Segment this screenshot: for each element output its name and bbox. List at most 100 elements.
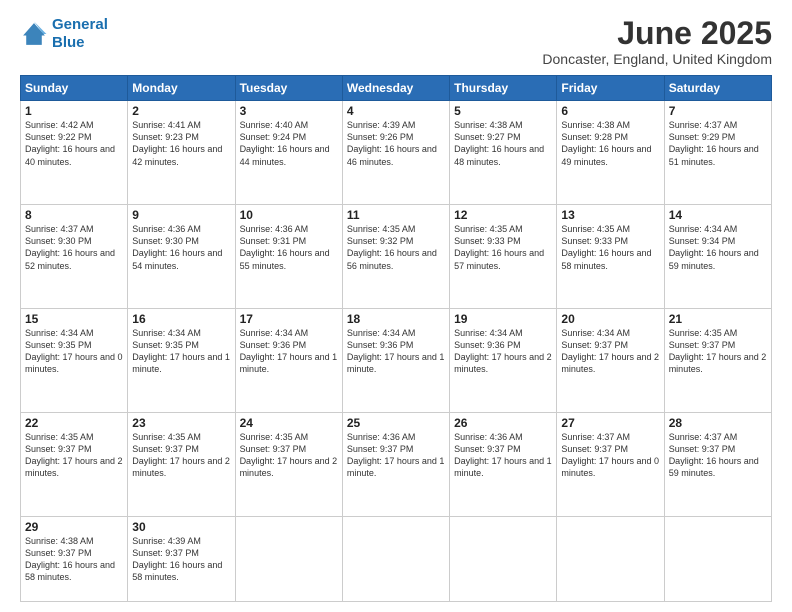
- day-cell: [557, 516, 664, 601]
- header-row: SundayMondayTuesdayWednesdayThursdayFrid…: [21, 76, 772, 101]
- page: General Blue June 2025 Doncaster, Englan…: [0, 0, 792, 612]
- cell-text: Sunrise: 4:35 AMSunset: 9:37 PMDaylight:…: [132, 432, 230, 478]
- day-cell: 11 Sunrise: 4:35 AMSunset: 9:32 PMDayligh…: [342, 205, 449, 309]
- day-cell: 28 Sunrise: 4:37 AMSunset: 9:37 PMDayligh…: [664, 413, 771, 517]
- cell-text: Sunrise: 4:34 AMSunset: 9:37 PMDaylight:…: [561, 328, 659, 374]
- day-cell: 24 Sunrise: 4:35 AMSunset: 9:37 PMDayligh…: [235, 413, 342, 517]
- day-cell: 5Sunrise: 4:38 AMSunset: 9:27 PMDaylight…: [450, 101, 557, 205]
- day-number: 8: [25, 208, 123, 222]
- day-cell: 20 Sunrise: 4:34 AMSunset: 9:37 PMDayligh…: [557, 309, 664, 413]
- day-number: 21: [669, 312, 767, 326]
- day-number: 24: [240, 416, 338, 430]
- day-cell: 19 Sunrise: 4:34 AMSunset: 9:36 PMDayligh…: [450, 309, 557, 413]
- cell-text: Sunrise: 4:34 AMSunset: 9:35 PMDaylight:…: [132, 328, 230, 374]
- cell-text: Sunrise: 4:38 AMSunset: 9:37 PMDaylight:…: [25, 536, 115, 582]
- week-row-4: 22 Sunrise: 4:35 AMSunset: 9:37 PMDayligh…: [21, 413, 772, 517]
- day-number: 3: [240, 104, 338, 118]
- cell-text: Sunrise: 4:34 AMSunset: 9:34 PMDaylight:…: [669, 224, 759, 270]
- title-block: June 2025 Doncaster, England, United Kin…: [542, 16, 772, 67]
- week-row-2: 8 Sunrise: 4:37 AMSunset: 9:30 PMDaylight…: [21, 205, 772, 309]
- day-number: 22: [25, 416, 123, 430]
- day-number: 25: [347, 416, 445, 430]
- day-number: 29: [25, 520, 123, 534]
- header: General Blue June 2025 Doncaster, Englan…: [20, 16, 772, 67]
- cell-text: Sunrise: 4:36 AMSunset: 9:30 PMDaylight:…: [132, 224, 222, 270]
- cell-text: Sunrise: 4:36 AMSunset: 9:37 PMDaylight:…: [347, 432, 445, 478]
- logo-icon: [20, 20, 48, 48]
- cell-text: Sunrise: 4:34 AMSunset: 9:36 PMDaylight:…: [454, 328, 552, 374]
- cell-text: Sunrise: 4:37 AMSunset: 9:30 PMDaylight:…: [25, 224, 115, 270]
- col-header-tuesday: Tuesday: [235, 76, 342, 101]
- day-number: 9: [132, 208, 230, 222]
- cell-text: Sunrise: 4:34 AMSunset: 9:36 PMDaylight:…: [347, 328, 445, 374]
- day-number: 11: [347, 208, 445, 222]
- day-cell: 1 Sunrise: 4:42 AMSunset: 9:22 PMDaylight…: [21, 101, 128, 205]
- week-row-3: 15 Sunrise: 4:34 AMSunset: 9:35 PMDayligh…: [21, 309, 772, 413]
- day-cell: 29 Sunrise: 4:38 AMSunset: 9:37 PMDayligh…: [21, 516, 128, 601]
- col-header-wednesday: Wednesday: [342, 76, 449, 101]
- day-cell: 2 Sunrise: 4:41 AMSunset: 9:23 PMDaylight…: [128, 101, 235, 205]
- cell-text: Sunrise: 4:37 AMSunset: 9:29 PMDaylight:…: [669, 120, 759, 166]
- day-cell: 23 Sunrise: 4:35 AMSunset: 9:37 PMDayligh…: [128, 413, 235, 517]
- day-cell: 3 Sunrise: 4:40 AMSunset: 9:24 PMDaylight…: [235, 101, 342, 205]
- day-cell: 30Sunrise: 4:39 AMSunset: 9:37 PMDayligh…: [128, 516, 235, 601]
- day-cell: 25 Sunrise: 4:36 AMSunset: 9:37 PMDayligh…: [342, 413, 449, 517]
- day-cell: 7Sunrise: 4:37 AMSunset: 9:29 PMDaylight…: [664, 101, 771, 205]
- day-number: 20: [561, 312, 659, 326]
- day-number: 28: [669, 416, 767, 430]
- day-number: 2: [132, 104, 230, 118]
- day-number: 16: [132, 312, 230, 326]
- day-cell: 14 Sunrise: 4:34 AMSunset: 9:34 PMDayligh…: [664, 205, 771, 309]
- day-cell: 18 Sunrise: 4:34 AMSunset: 9:36 PMDayligh…: [342, 309, 449, 413]
- day-number: 14: [669, 208, 767, 222]
- day-number: 15: [25, 312, 123, 326]
- day-number: 19: [454, 312, 552, 326]
- day-cell: 4Sunrise: 4:39 AMSunset: 9:26 PMDaylight…: [342, 101, 449, 205]
- cell-text: Sunrise: 4:35 AMSunset: 9:32 PMDaylight:…: [347, 224, 437, 270]
- cell-text: Sunrise: 4:34 AMSunset: 9:36 PMDaylight:…: [240, 328, 338, 374]
- day-number: 1: [25, 104, 123, 118]
- cell-text: Sunrise: 4:36 AMSunset: 9:37 PMDaylight:…: [454, 432, 552, 478]
- day-cell: 12Sunrise: 4:35 AMSunset: 9:33 PMDayligh…: [450, 205, 557, 309]
- cell-text: Sunrise: 4:38 AMSunset: 9:28 PMDaylight:…: [561, 120, 651, 166]
- cell-text: Sunrise: 4:37 AMSunset: 9:37 PMDaylight:…: [669, 432, 759, 478]
- week-row-1: 1 Sunrise: 4:42 AMSunset: 9:22 PMDaylight…: [21, 101, 772, 205]
- day-cell: 8 Sunrise: 4:37 AMSunset: 9:30 PMDaylight…: [21, 205, 128, 309]
- location: Doncaster, England, United Kingdom: [542, 51, 772, 67]
- cell-text: Sunrise: 4:39 AMSunset: 9:26 PMDaylight:…: [347, 120, 437, 166]
- cell-text: Sunrise: 4:40 AMSunset: 9:24 PMDaylight:…: [240, 120, 330, 166]
- cell-text: Sunrise: 4:35 AMSunset: 9:37 PMDaylight:…: [25, 432, 123, 478]
- day-cell: 13Sunrise: 4:35 AMSunset: 9:33 PMDayligh…: [557, 205, 664, 309]
- cell-text: Sunrise: 4:35 AMSunset: 9:37 PMDaylight:…: [669, 328, 767, 374]
- week-row-5: 29 Sunrise: 4:38 AMSunset: 9:37 PMDayligh…: [21, 516, 772, 601]
- logo: General Blue: [20, 16, 108, 52]
- col-header-thursday: Thursday: [450, 76, 557, 101]
- col-header-monday: Monday: [128, 76, 235, 101]
- logo-line1: General: [52, 16, 108, 33]
- logo-line2: Blue: [52, 34, 85, 51]
- cell-text: Sunrise: 4:35 AMSunset: 9:33 PMDaylight:…: [454, 224, 544, 270]
- day-cell: [235, 516, 342, 601]
- col-header-friday: Friday: [557, 76, 664, 101]
- logo-text: General Blue: [52, 16, 108, 52]
- cell-text: Sunrise: 4:42 AMSunset: 9:22 PMDaylight:…: [25, 120, 115, 166]
- day-number: 17: [240, 312, 338, 326]
- day-number: 18: [347, 312, 445, 326]
- cell-text: Sunrise: 4:37 AMSunset: 9:37 PMDaylight:…: [561, 432, 659, 478]
- month-title: June 2025: [542, 16, 772, 51]
- cell-text: Sunrise: 4:35 AMSunset: 9:37 PMDaylight:…: [240, 432, 338, 478]
- day-cell: 22 Sunrise: 4:35 AMSunset: 9:37 PMDayligh…: [21, 413, 128, 517]
- day-number: 30: [132, 520, 230, 534]
- day-cell: 16 Sunrise: 4:34 AMSunset: 9:35 PMDayligh…: [128, 309, 235, 413]
- day-cell: 15Sunrise: 4:34 AMSunset: 9:35 PMDayligh…: [21, 309, 128, 413]
- day-cell: 10Sunrise: 4:36 AMSunset: 9:31 PMDayligh…: [235, 205, 342, 309]
- day-number: 10: [240, 208, 338, 222]
- day-number: 13: [561, 208, 659, 222]
- day-cell: 21 Sunrise: 4:35 AMSunset: 9:37 PMDayligh…: [664, 309, 771, 413]
- cell-text: Sunrise: 4:41 AMSunset: 9:23 PMDaylight:…: [132, 120, 222, 166]
- day-cell: 26 Sunrise: 4:36 AMSunset: 9:37 PMDayligh…: [450, 413, 557, 517]
- day-number: 26: [454, 416, 552, 430]
- day-number: 5: [454, 104, 552, 118]
- day-number: 23: [132, 416, 230, 430]
- calendar-table: SundayMondayTuesdayWednesdayThursdayFrid…: [20, 75, 772, 602]
